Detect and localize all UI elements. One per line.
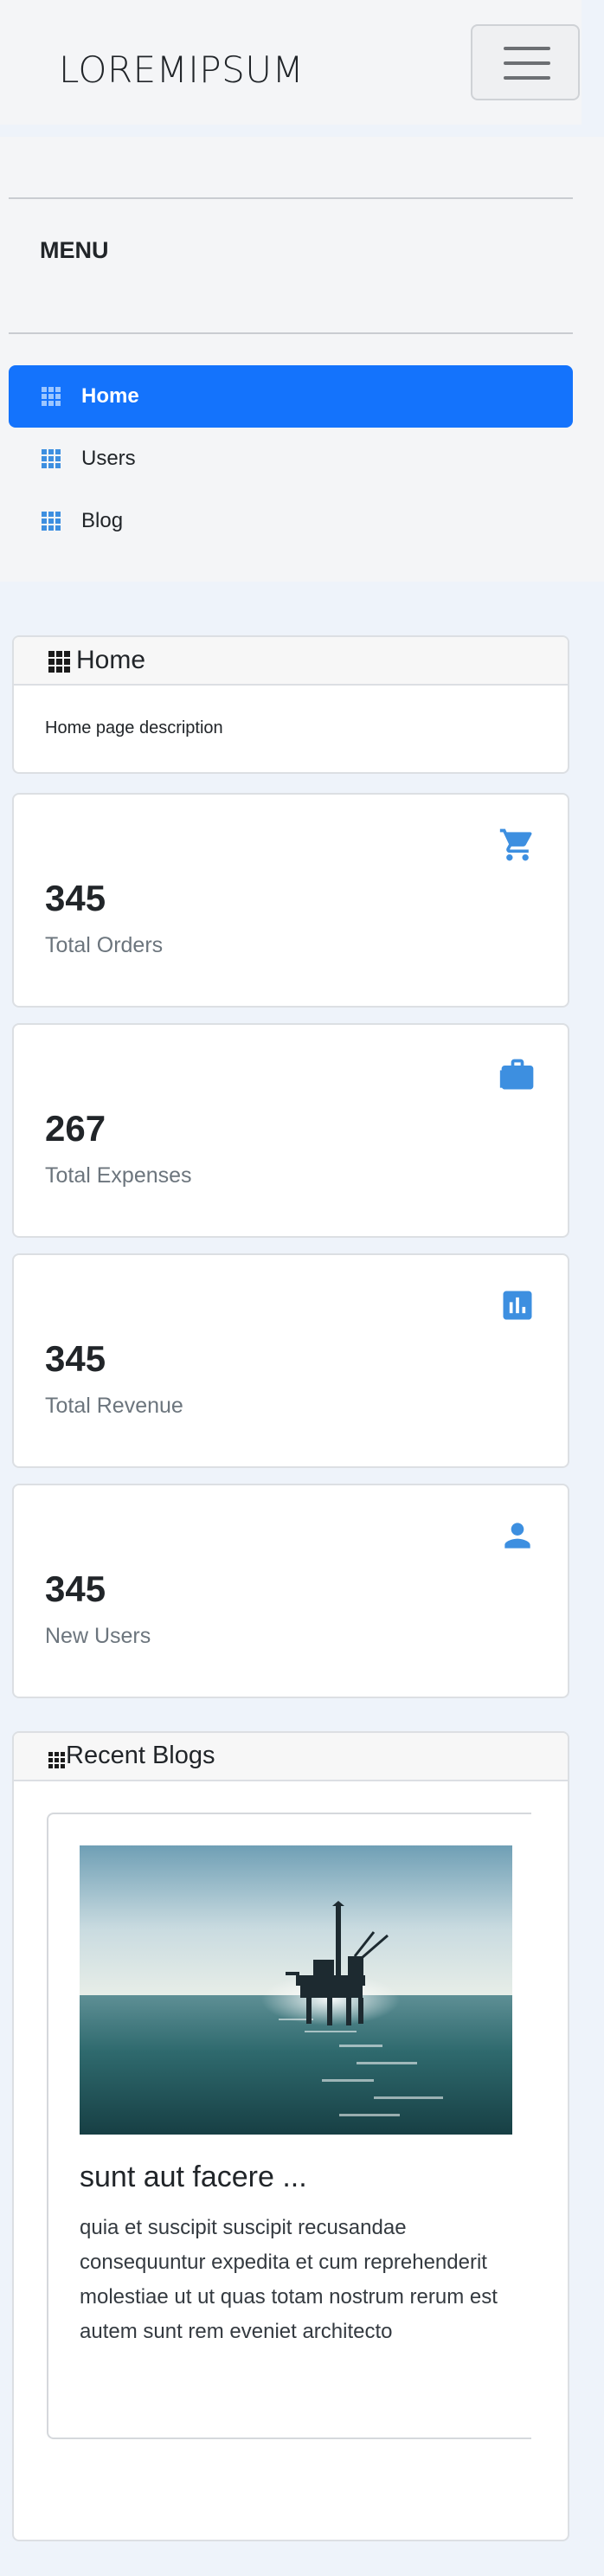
recent-blogs-card: Recent Blogs sunt aut facere ... quia et… [12, 1731, 569, 2541]
sidebar-item-home[interactable]: Home [9, 365, 573, 428]
bar-chart-icon [503, 1291, 532, 1320]
cart-icon [499, 828, 532, 861]
sidebar-item-label: Blog [81, 509, 124, 532]
grid-icon [48, 1752, 65, 1768]
page-description: Home page description [45, 718, 223, 737]
stat-value: 267 [45, 1108, 106, 1149]
hamburger-icon [504, 47, 550, 50]
grid-icon [42, 387, 61, 406]
stat-card-orders: 345 Total Orders [12, 793, 569, 1008]
divider [9, 197, 573, 199]
blog-post-excerpt: quia et suscipit suscipit recusandae con… [80, 2216, 498, 2343]
divider [9, 332, 573, 334]
brand-logo[interactable]: LOREMIPSUM [59, 48, 304, 91]
stat-value: 345 [45, 1338, 106, 1379]
stat-card-revenue: 345 Total Revenue [12, 1253, 569, 1468]
card-header: Recent Blogs [14, 1733, 568, 1781]
stat-value: 345 [45, 878, 106, 918]
grid-icon [42, 512, 61, 531]
briefcase-icon [499, 1059, 534, 1090]
grid-icon [48, 651, 70, 673]
sidebar-item-users[interactable]: Users [9, 428, 573, 490]
blog-post-title[interactable]: sunt aut facere ... [80, 2161, 307, 2194]
stat-card-users: 345 New Users [12, 1484, 569, 1698]
stat-value: 345 [45, 1568, 106, 1609]
hamburger-icon [504, 76, 550, 80]
menu-toggle-button[interactable] [471, 24, 580, 100]
stat-card-expenses: 267 Total Expenses [12, 1023, 569, 1238]
sidebar-item-label: Users [81, 447, 136, 470]
card-header: Home [14, 637, 568, 686]
blog-post-card[interactable]: sunt aut facere ... quia et suscipit sus… [47, 1813, 531, 2439]
stat-label: Total Revenue [45, 1394, 183, 1418]
stat-label: Total Orders [45, 933, 164, 957]
top-navbar: LOREMIPSUM [0, 0, 582, 125]
section-title: Recent Blogs [66, 1742, 215, 1769]
page-title: Home [76, 646, 146, 674]
sidebar-item-blog[interactable]: Blog [9, 490, 573, 552]
sidebar: MENU Home Users Blog [0, 137, 604, 582]
hamburger-icon [504, 61, 550, 65]
grid-icon [42, 449, 61, 468]
stat-label: New Users [45, 1624, 151, 1648]
home-card: Home Home page description [12, 635, 569, 774]
menu-title: MENU [40, 237, 109, 263]
person-icon [504, 1523, 530, 1549]
blog-post-image [80, 1845, 512, 2135]
sidebar-item-label: Home [81, 384, 139, 408]
stat-label: Total Expenses [45, 1163, 192, 1188]
